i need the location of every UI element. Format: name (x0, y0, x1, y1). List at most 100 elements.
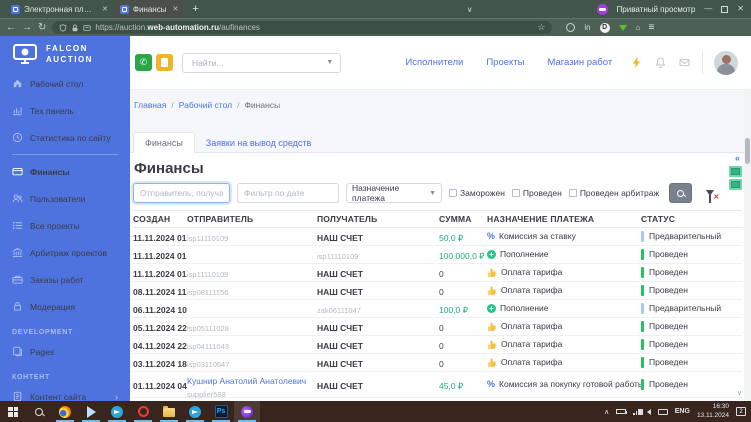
bookmark-star-icon[interactable]: ☆ (537, 22, 545, 33)
sidebar-item-pages[interactable]: Pages (0, 338, 130, 365)
checkbox-box[interactable] (449, 189, 457, 197)
global-search-input[interactable] (190, 57, 326, 69)
cell-purpose: %Комиссия за покупку готовой работы (487, 379, 641, 390)
lock-icon[interactable] (71, 24, 79, 32)
shield-icon[interactable] (59, 24, 67, 32)
sum-value: 100 000,0 ₽ (439, 251, 485, 261)
linkedin-extension-icon[interactable]: in (584, 23, 590, 32)
firefox-taskbar-icon[interactable] (52, 401, 78, 422)
start-taskbar-icon[interactable] (0, 401, 26, 422)
sidebar-item-card[interactable]: Финансы (0, 158, 130, 185)
search-button[interactable] (669, 183, 692, 203)
header-nav-link[interactable]: Магазин работ (547, 57, 612, 68)
breadcrumb-link[interactable]: Главная (134, 100, 166, 110)
search-taskbar-icon[interactable] (26, 401, 52, 422)
sidebar-item-users[interactable]: Пользователи (0, 185, 130, 212)
table-row: 11.11.2024 01:11isp11110109НАШ СЧЕТ50,0 … (133, 228, 742, 246)
filter-checkbox[interactable]: Проведен (512, 188, 562, 198)
header-nav-link[interactable]: Исполнители (405, 57, 463, 68)
player-taskbar-icon[interactable] (78, 401, 104, 422)
sidebar-item-bank[interactable]: Арбитраж проектов (0, 239, 130, 266)
sidebar-item-doc[interactable]: Контент сайта› (0, 383, 130, 401)
cell-purpose: +Пополнение (487, 249, 641, 260)
search-dropdown-caret-icon[interactable]: ▼ (326, 59, 333, 66)
sidebar-item-chart[interactable]: Тех панель (0, 97, 130, 124)
date-filter-input[interactable] (237, 183, 339, 203)
telegram2-taskbar-icon[interactable] (182, 401, 208, 422)
mail-icon[interactable] (679, 57, 690, 68)
tray-expand-chevron-icon[interactable]: ∧ (604, 408, 609, 416)
sum-value: 45,0 ₽ (439, 381, 463, 391)
scrollbar-thumb[interactable] (745, 138, 750, 164)
filter-checkbox[interactable]: Заморожен (449, 188, 505, 198)
purpose-select[interactable]: Назначение платежа ▼ (346, 183, 442, 203)
language-indicator[interactable]: ENG (675, 408, 690, 415)
battery-icon[interactable] (616, 409, 626, 414)
home-extension-icon[interactable]: ⌂ (636, 23, 641, 32)
clock[interactable]: 16:30 13.11.2024 (697, 403, 729, 420)
keyboard-icon[interactable] (658, 409, 668, 415)
tab-close-icon[interactable]: ✕ (102, 5, 108, 13)
sidebar-item-home[interactable]: Рабочий стол (0, 70, 130, 97)
video-downloader-extension-icon[interactable] (619, 25, 627, 31)
bell-icon[interactable] (655, 57, 666, 68)
checkbox-box[interactable] (512, 189, 520, 197)
page-scrollbar[interactable] (744, 90, 751, 401)
sidebar-item-briefcase[interactable]: Заказы работ (0, 266, 130, 293)
brand-name: FALCON AUCTION (46, 43, 93, 65)
forward-button[interactable]: → (22, 23, 32, 33)
window-restore-button[interactable] (721, 6, 728, 13)
created-value: 06.11.2024 10:47 (133, 305, 187, 315)
lightning-icon[interactable] (631, 57, 642, 68)
phone-button[interactable]: ✆ (135, 54, 152, 71)
list-all-tabs-chevron-icon[interactable]: ∨ (467, 5, 473, 14)
content-tab[interactable]: Заявки на вывод средств (195, 132, 323, 153)
sidebar-item-label: Арбитраж проектов (30, 248, 107, 258)
sidebar-item-lock[interactable]: Модерация (0, 293, 130, 320)
breadcrumb-link[interactable]: Рабочий стол (179, 100, 232, 110)
opera-taskbar-icon[interactable] (130, 401, 156, 422)
pocket-extension-icon[interactable] (566, 23, 575, 32)
filter-checkbox[interactable]: Проведен арбитраж (569, 188, 659, 198)
receiver-name: НАШ СЧЕТ (317, 341, 363, 351)
sidebar-item-list[interactable]: Все проекты (0, 212, 130, 239)
browser-tab[interactable]: Финансы✕ (114, 0, 184, 18)
collapse-panel-icon[interactable]: « (735, 153, 740, 163)
widget-badge-icon[interactable] (729, 166, 742, 177)
header-nav-link[interactable]: Проекты (486, 57, 524, 68)
cell-sender: isp04111043 (187, 335, 317, 355)
notification-center-icon[interactable]: 2 (736, 407, 746, 416)
firefox-private-taskbar-icon[interactable] (234, 401, 260, 422)
telegram-taskbar-icon[interactable] (104, 401, 130, 422)
cell-status: Проведен (641, 379, 738, 390)
duckduckgo-extension-icon[interactable]: D (600, 23, 610, 33)
sidebar-item-clock[interactable]: Статистика по сайту (0, 124, 130, 151)
volume-icon[interactable] (647, 409, 651, 415)
checkbox-box[interactable] (569, 189, 577, 197)
table-column-header: НАЗНАЧЕНИЕ ПЛАТЕЖА (487, 214, 641, 224)
status-label: Проведен (649, 339, 688, 350)
window-minimize-button[interactable]: — (704, 5, 712, 13)
tab-close-icon[interactable]: ✕ (172, 5, 178, 13)
user-avatar[interactable] (714, 51, 738, 75)
new-tab-button[interactable]: + (184, 0, 206, 18)
reload-button[interactable]: ↻ (38, 23, 46, 33)
url-bar[interactable]: https://auction.web-automation.ru/aufina… (52, 21, 552, 34)
window-close-button[interactable]: ✕ (737, 5, 744, 13)
back-button[interactable]: ← (6, 23, 16, 33)
widget-badge-icon[interactable] (729, 179, 742, 190)
permissions-icon[interactable] (83, 24, 91, 32)
notes-button[interactable] (156, 54, 173, 71)
browser-tab[interactable]: Электронная площадка услуг✕ (5, 0, 114, 18)
explorer-taskbar-icon[interactable] (156, 401, 182, 422)
content-tab[interactable]: Финансы (133, 132, 195, 153)
menu-hamburger-icon[interactable]: ≡ (648, 22, 654, 33)
global-search[interactable]: ▼ (182, 53, 341, 73)
brand[interactable]: FALCON AUCTION (0, 36, 130, 70)
clear-filters-button[interactable]: ✕ (699, 183, 721, 203)
sidebar-item-label: Заказы работ (30, 275, 84, 285)
photoshop-taskbar-icon[interactable]: Ps (208, 401, 234, 422)
scroll-down-chevron-icon[interactable]: ∨ (737, 389, 742, 397)
sender-filter-input[interactable] (133, 183, 230, 203)
sender-link[interactable]: Кушнир Анатолий Анатолевич (187, 376, 306, 386)
